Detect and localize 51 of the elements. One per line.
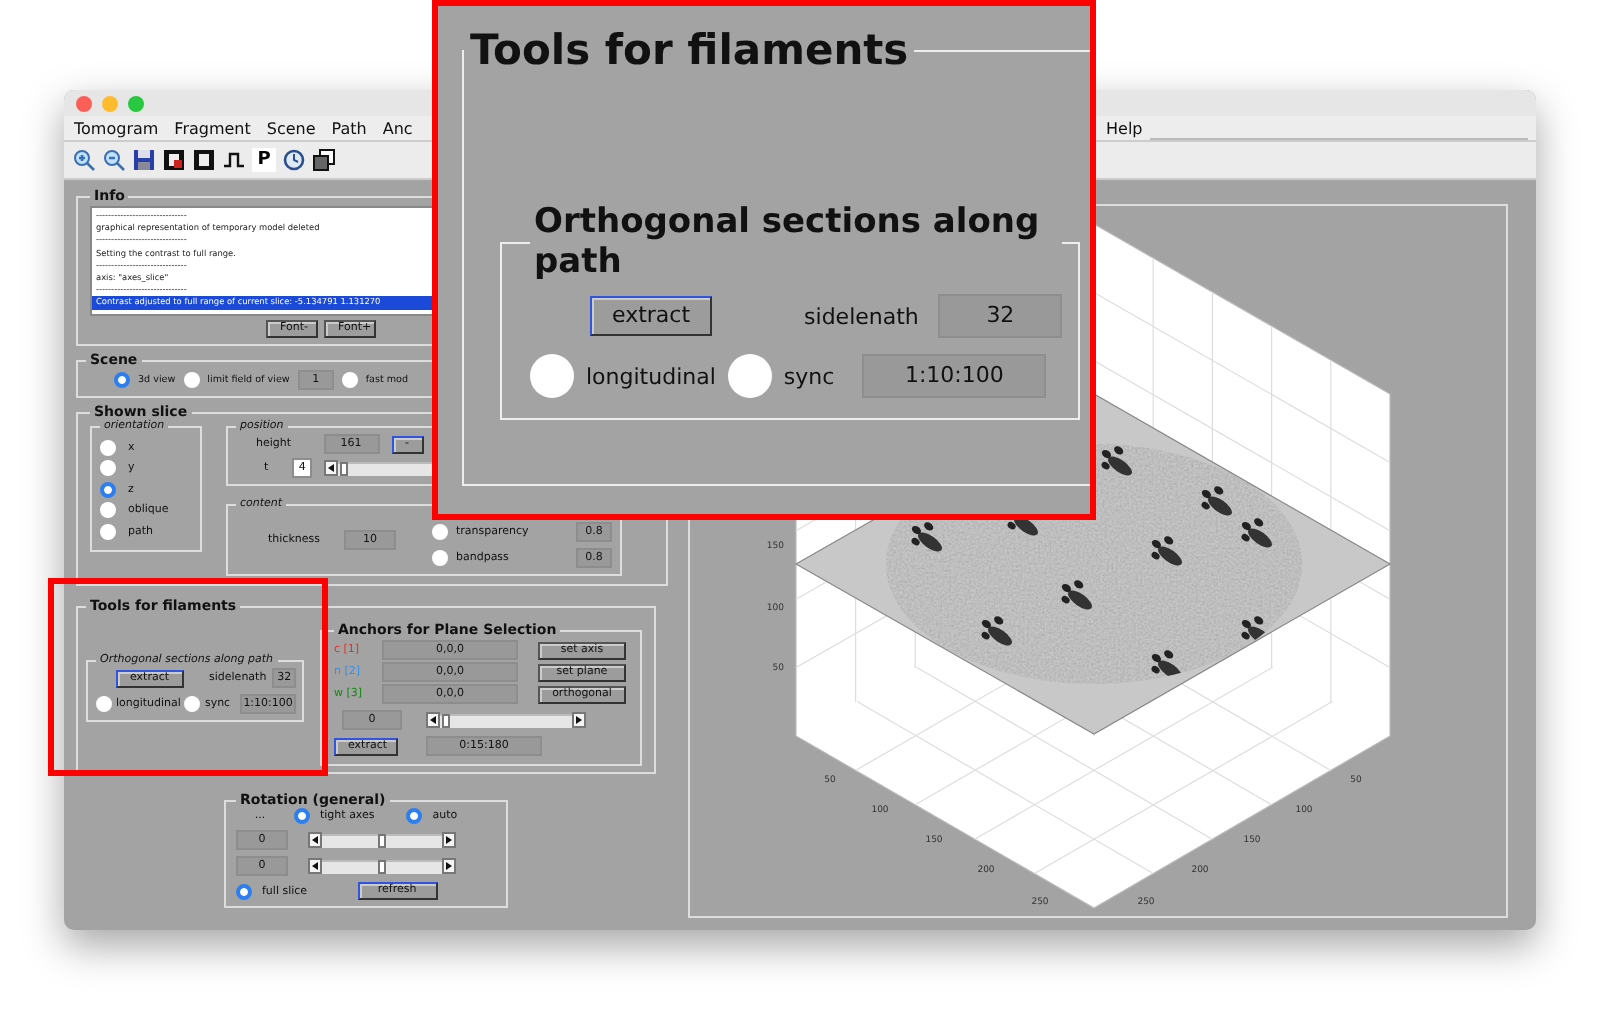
menu-item[interactable]: Scene [266, 119, 316, 137]
p-button[interactable]: P [252, 148, 276, 172]
close-button[interactable] [76, 95, 92, 111]
menu-item[interactable]: Anc [382, 119, 413, 137]
radio-button[interactable] [341, 372, 358, 388]
radio-button[interactable] [294, 808, 310, 824]
radio-button[interactable] [100, 460, 116, 476]
right-arrow-button[interactable] [442, 858, 456, 874]
radio-button[interactable] [100, 502, 116, 518]
sidelength-field[interactable]: 32 [938, 294, 1062, 338]
radio-label: sync [783, 363, 835, 389]
copy-icon[interactable] [312, 148, 336, 172]
section-title: Orthogonal sections along path [532, 202, 1042, 282]
radio-button[interactable] [114, 372, 130, 388]
radio-button[interactable] [530, 354, 574, 398]
extract-button[interactable]: extract [590, 296, 713, 336]
slider-thumb[interactable] [378, 859, 386, 873]
save-icon[interactable] [132, 148, 156, 172]
sidelength-label: sidelenath [804, 303, 919, 329]
left-arrow-button[interactable] [426, 712, 440, 728]
radio-button[interactable] [100, 439, 116, 455]
menu-item[interactable]: Fragment [174, 119, 251, 137]
radio-button[interactable] [406, 808, 423, 824]
menu-item[interactable]: Help [1106, 119, 1143, 137]
radio-button[interactable] [96, 696, 112, 712]
film-frame-icon[interactable] [162, 148, 186, 172]
film-frame-icon[interactable] [192, 148, 216, 172]
menu-item[interactable]: Tomogram [74, 119, 159, 137]
radio-button[interactable] [431, 550, 448, 566]
right-arrow-button[interactable] [442, 832, 456, 848]
left-arrow-button[interactable] [308, 832, 322, 848]
radio-label: longitudinal [586, 363, 716, 389]
right-arrow-button[interactable] [572, 712, 586, 728]
section-title: Tools for filaments [468, 26, 911, 74]
left-arrow-button[interactable] [324, 460, 339, 476]
radio-button[interactable] [236, 883, 252, 899]
slider-thumb[interactable] [378, 833, 386, 847]
radio-button[interactable] [184, 696, 201, 712]
radio-button[interactable] [431, 524, 448, 540]
zoom-in-icon[interactable] [72, 148, 96, 172]
left-arrow-button[interactable] [308, 858, 322, 874]
slider-thumb[interactable] [340, 461, 349, 475]
slider-thumb[interactable] [442, 713, 451, 727]
pulse-wave-icon[interactable] [222, 148, 246, 172]
radio-button[interactable] [183, 372, 200, 388]
zoom-out-icon[interactable] [102, 148, 126, 172]
radio-button[interactable] [727, 354, 772, 398]
range-field[interactable]: 1:10:100 [862, 354, 1047, 398]
radio-button[interactable] [100, 523, 116, 539]
radio-button[interactable] [100, 481, 116, 497]
menu-item[interactable]: Path [331, 119, 367, 137]
